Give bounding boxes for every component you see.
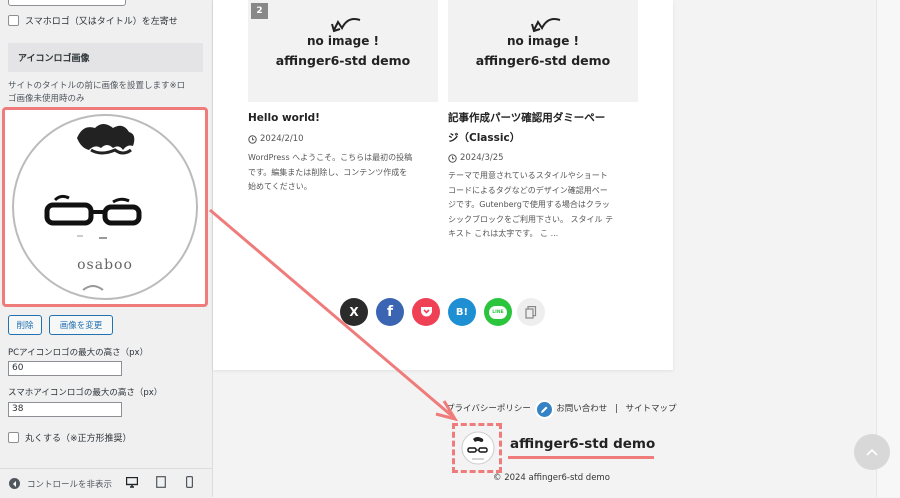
share-hatena-button[interactable]: B! [448, 298, 476, 326]
sp-height-label: スマホアイコンロゴの最大の高さ（px） [8, 388, 163, 398]
round-label: 丸くする（※正方形推奨） [25, 434, 132, 444]
excerpt-line: キスト これは太字です。 こ ... [448, 229, 559, 238]
clock-icon [248, 134, 257, 144]
noimage-line-2: affinger6-std demo [275, 53, 411, 68]
post-excerpt: テーマで用意されているスタイルやショート コードによるタグなどのデザイン確認用ペ… [448, 169, 613, 242]
squiggle-arrow-icon [531, 18, 561, 33]
line-icon: LINE [489, 305, 507, 319]
privacy-link[interactable]: プライバシーポリシー [446, 404, 531, 414]
post-date: 2024/3/25 [448, 153, 504, 163]
pencil-icon [541, 406, 548, 413]
share-pocket-button[interactable] [412, 298, 440, 326]
clock-icon [448, 153, 457, 163]
site-title-highlight [508, 456, 654, 459]
post-date-text: 2024/2/10 [260, 134, 304, 144]
noimage-line-2: affinger6-std demo [475, 53, 611, 68]
post-excerpt: WordPress へようこそ。こちらは最初の投稿 です。編集または削除し、コン… [248, 151, 412, 195]
excerpt-line: テーマで用意されているスタイルやショート [448, 171, 608, 180]
smartphone-logo-left-label: スマホロゴ（又はタイトル）を左寄せ [25, 17, 178, 27]
section-description: サイトのタイトルの前に画像を設置します※ロ ゴ画像未使用時のみ [8, 80, 208, 106]
post-date-text: 2024/3/25 [460, 153, 504, 163]
pc-height-input[interactable]: 60 [8, 361, 122, 376]
partial-button[interactable] [8, 0, 126, 6]
section-title: アイコンロゴ画像 [8, 43, 203, 72]
noimage-line-1: no image ! [506, 34, 580, 48]
excerpt-line: WordPress へようこそ。こちらは最初の投稿 [248, 153, 413, 162]
sitemap-link[interactable]: サイトマップ [626, 404, 677, 414]
rank-badge: 2 [251, 3, 268, 19]
remove-image-button[interactable]: 削除 [8, 315, 42, 335]
preview-scroll-area [876, 0, 900, 497]
description-line-1: サイトのタイトルの前に画像を設置します※ロ [8, 81, 186, 91]
osaboo-logo-image [12, 114, 198, 300]
share-x-button[interactable]: X [340, 298, 368, 326]
smartphone-logo-left-checkbox[interactable] [8, 15, 19, 26]
tablet-preview-icon[interactable] [156, 476, 166, 491]
pc-height-label: PCアイコンロゴの最大の高さ（px） [8, 348, 149, 358]
post-title[interactable]: 記事作成パーツ確認用ダミーペー ジ（Classic） [448, 108, 605, 148]
icon-logo-preview[interactable]: osaboo [2, 107, 208, 307]
post-date: 2024/2/10 [248, 134, 304, 144]
footer-nav: プライバシーポリシー お問い合わせ | サイトマップ [446, 402, 677, 414]
copy-icon [525, 305, 537, 319]
sp-height-input[interactable]: 38 [8, 402, 122, 417]
change-image-button[interactable]: 画像を変更 [49, 315, 113, 335]
desktop-preview-icon[interactable] [125, 476, 139, 491]
customizer-panel: スマホロゴ（又はタイトル）を左寄せ アイコンロゴ画像 サイトのタイトルの前に画像… [0, 0, 213, 498]
customizer-footer: コントロールを非表示 [0, 468, 212, 498]
copy-link-button[interactable] [517, 298, 545, 326]
post-title-line: 記事作成パーツ確認用ダミーペー [448, 112, 606, 124]
share-facebook-button[interactable]: f [376, 298, 404, 326]
hatena-icon: B! [455, 306, 469, 318]
copyright-text: © 2024 affinger6-std demo [493, 473, 610, 483]
edit-shortcut-button[interactable] [535, 400, 554, 419]
hide-controls-label[interactable]: コントロールを非表示 [27, 478, 112, 490]
squiggle-arrow-icon [331, 18, 361, 33]
footer-separator: | [614, 404, 618, 414]
share-line-button[interactable]: LINE [484, 298, 512, 326]
mobile-preview-icon[interactable] [186, 476, 194, 491]
round-option[interactable]: 丸くする（※正方形推奨） [8, 431, 132, 444]
excerpt-line: ジです。Gutenbergで使用する場合はクラッ [448, 200, 610, 209]
footer-site-title[interactable]: affinger6-std demo [510, 436, 655, 452]
site-preview: 2 no image ! affinger6-std demo Hello wo… [213, 0, 900, 497]
post-thumbnail[interactable]: no image ! affinger6-std demo [448, 0, 638, 102]
post-title-line: ジ（Classic） [448, 132, 521, 144]
contact-link[interactable]: お問い合わせ [556, 404, 607, 414]
noimage-line-1: no image ! [306, 34, 380, 48]
excerpt-line: コードによるタグなどのデザイン確認用ペー [448, 185, 608, 195]
posts-card: 2 no image ! affinger6-std demo Hello wo… [213, 0, 673, 370]
footer-logo-icon[interactable] [460, 429, 496, 467]
post-thumbnail[interactable]: 2 no image ! affinger6-std demo [248, 0, 438, 102]
smartphone-logo-left-option[interactable]: スマホロゴ（又はタイトル）を左寄せ [8, 14, 178, 27]
facebook-icon: f [386, 304, 394, 320]
collapse-icon[interactable] [9, 478, 20, 489]
excerpt-line: です。編集または削除し、コンテンツ作成を [248, 167, 408, 177]
logo-text: osaboo [77, 257, 133, 273]
excerpt-line: 始めてください。 [248, 182, 312, 191]
excerpt-line: シックブロックをご利用下さい。 スタイル テ [448, 214, 614, 224]
line-icon-text: LINE [492, 309, 504, 315]
round-checkbox[interactable] [8, 432, 19, 443]
post-title[interactable]: Hello world! [248, 108, 320, 128]
description-line-2: ゴ画像未使用時のみ [8, 94, 85, 104]
scroll-top-button[interactable] [854, 434, 890, 470]
pocket-icon [420, 307, 432, 317]
x-icon: X [349, 305, 359, 319]
chevron-up-icon [866, 448, 878, 456]
